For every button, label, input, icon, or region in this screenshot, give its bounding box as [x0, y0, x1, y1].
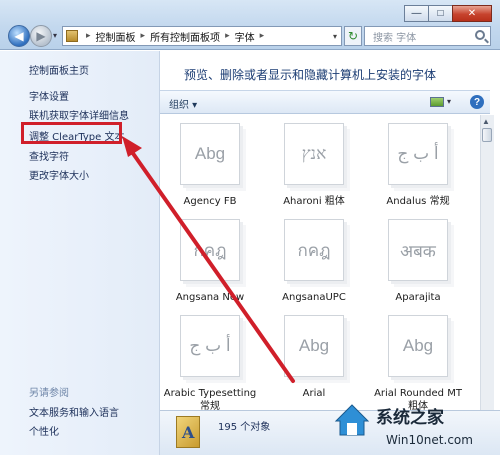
scroll-up-arrow[interactable]: ▲: [482, 117, 490, 126]
font-tile-arial-rounded[interactable]: Abg Arial Rounded MT 粗体: [370, 307, 466, 410]
breadcrumb-all-items[interactable]: 所有控制面板项: [150, 29, 220, 44]
font-preview: Abg: [284, 315, 344, 377]
view-options-dropdown[interactable]: ▾: [447, 97, 451, 106]
folder-icon: [66, 30, 78, 42]
watermark-site: Win10net.com: [386, 433, 473, 447]
font-preview: אנץ: [284, 123, 344, 185]
search-icon[interactable]: [475, 30, 485, 40]
font-name: AngsanaUPC: [282, 292, 346, 303]
watermark-title: 系统之家: [376, 408, 444, 428]
font-name: Aparajita: [395, 292, 441, 303]
object-count: 195 个对象: [218, 422, 271, 433]
font-tile-aharoni[interactable]: אנץ Aharoni 粗体: [266, 115, 362, 215]
organize-menu[interactable]: 组织 ▾: [169, 96, 197, 111]
watermark: 系统之家 Win10net.com: [330, 395, 500, 455]
font-preview: أ ب ج: [388, 123, 448, 185]
font-tile-andalus[interactable]: أ ب ج Andalus 常规: [370, 115, 466, 215]
font-preview: Abg: [180, 123, 240, 185]
find-character-link[interactable]: 查找字符: [29, 148, 69, 163]
house-logo-icon: [334, 404, 370, 436]
font-preview: Abg: [388, 315, 448, 377]
search-placeholder: 搜索 字体: [373, 32, 417, 44]
font-tile-arial[interactable]: Abg Arial: [266, 307, 362, 407]
font-preview: กคฎ: [284, 219, 344, 281]
font-name: Aharoni 粗体: [283, 196, 345, 207]
breadcrumb-separator[interactable]: ▸: [86, 31, 91, 41]
search-input[interactable]: 搜索 字体: [364, 26, 491, 46]
window-controls: — □ ✕: [404, 5, 492, 22]
scroll-thumb[interactable]: [482, 128, 492, 142]
recent-pages-dropdown[interactable]: ▾: [53, 31, 57, 40]
font-tile-agency-fb[interactable]: Abg Agency FB: [162, 115, 258, 215]
breadcrumb-fonts[interactable]: 字体: [235, 29, 255, 44]
breadcrumb-separator[interactable]: ▸: [141, 31, 146, 41]
font-name: Andalus 常规: [386, 196, 450, 207]
cleartype-highlight-box: [21, 122, 122, 144]
close-button[interactable]: ✕: [452, 5, 492, 22]
maximize-button[interactable]: □: [428, 5, 453, 22]
personalization-link[interactable]: 个性化: [29, 423, 59, 438]
font-name: Arabic Typesetting 常规: [163, 388, 257, 410]
font-tile-arabic-typesetting[interactable]: أ ب ج Arabic Typesetting 常规: [162, 307, 258, 410]
forward-button[interactable]: ▶: [30, 25, 52, 47]
breadcrumb-separator[interactable]: ▸: [225, 31, 230, 41]
control-panel-home-link[interactable]: 控制面板主页: [29, 62, 89, 77]
left-pane: 控制面板主页 字体设置 联机获取字体详细信息 调整 ClearType 文本 查…: [0, 51, 160, 455]
help-icon[interactable]: ?: [470, 95, 484, 109]
page-title: 预览、删除或者显示和隐藏计算机上安装的字体: [184, 68, 437, 82]
command-bar: 组织 ▾ ▾ ?: [160, 90, 490, 114]
font-preview: अबक: [388, 219, 448, 281]
font-grid: Abg Agency FB אנץ Aharoni 粗体 أ ب ج Andal…: [162, 115, 480, 410]
font-tile-angsanaupc[interactable]: กคฎ AngsanaUPC: [266, 211, 362, 311]
refresh-button[interactable]: ↻: [344, 26, 362, 46]
breadcrumb-control-panel[interactable]: 控制面板: [96, 29, 136, 44]
address-dropdown[interactable]: ▾: [333, 32, 337, 41]
breadcrumb-separator[interactable]: ▸: [260, 31, 265, 41]
change-view-icon[interactable]: [430, 97, 444, 107]
window-chrome: — □ ✕ ◀ ▶ ▾ ▸ 控制面板 ▸ 所有控制面板项 ▸ 字体 ▸ ▾ ↻ …: [0, 0, 500, 50]
back-button[interactable]: ◀: [8, 25, 30, 47]
font-tile-aparajita[interactable]: अबक Aparajita: [370, 211, 466, 311]
address-bar[interactable]: ▸ 控制面板 ▸ 所有控制面板项 ▸ 字体 ▸ ▾: [62, 26, 342, 46]
font-name: Agency FB: [183, 196, 237, 207]
font-folder-icon: [176, 416, 200, 448]
font-preview: أ ب ج: [180, 315, 240, 377]
change-font-size-link[interactable]: 更改字体大小: [29, 167, 89, 182]
font-settings-link[interactable]: 字体设置: [29, 88, 69, 103]
online-font-info-link[interactable]: 联机获取字体详细信息: [29, 107, 129, 122]
font-tile-angsana-new[interactable]: กคฎ Angsana New: [162, 211, 258, 311]
see-also-heading: 另请参阅: [29, 388, 69, 399]
text-services-link[interactable]: 文本服务和输入语言: [29, 404, 119, 419]
vertical-scrollbar[interactable]: [480, 115, 494, 410]
font-preview: กคฎ: [180, 219, 240, 281]
font-name: Angsana New: [175, 292, 245, 303]
minimize-button[interactable]: —: [404, 5, 429, 22]
